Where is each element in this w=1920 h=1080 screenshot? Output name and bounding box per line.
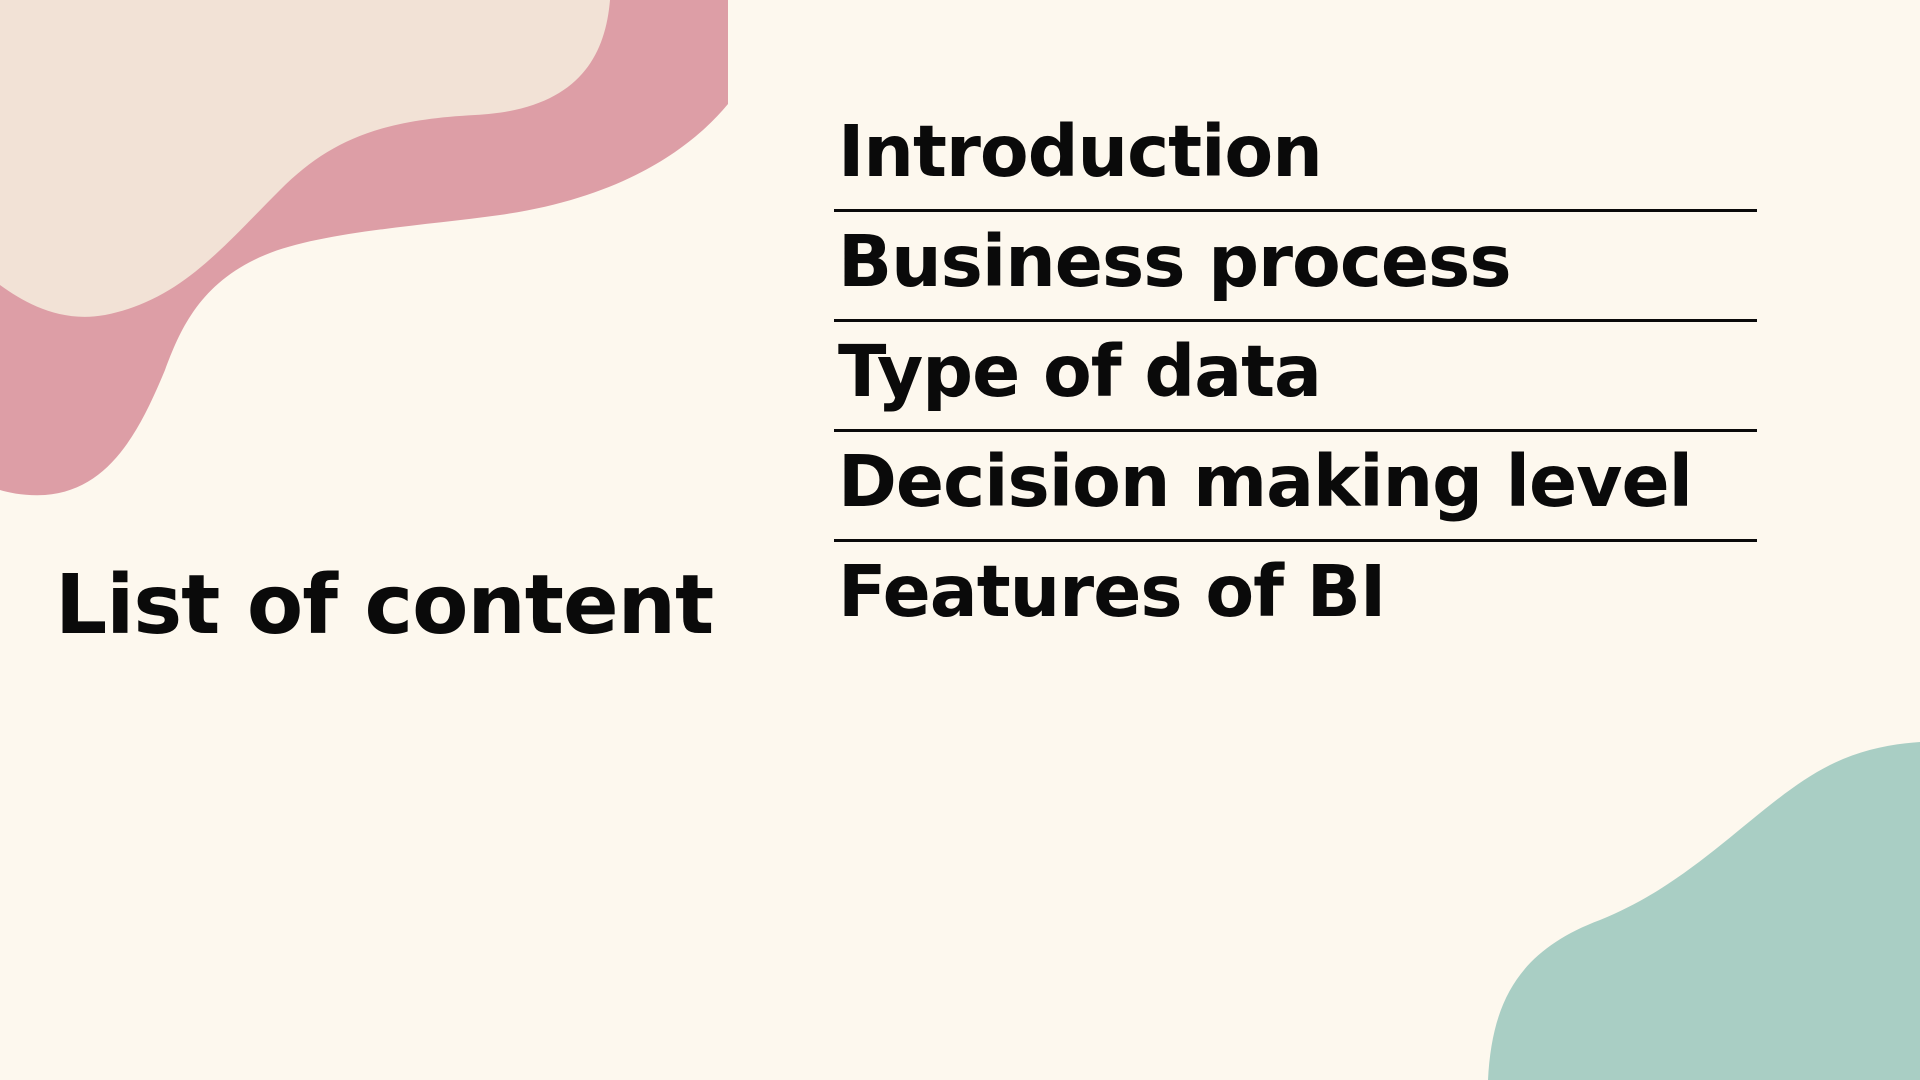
teal-blob	[1488, 742, 1920, 1080]
toc-item-business-process: Business process	[834, 212, 1757, 322]
toc-item-features-of-bi: Features of BI	[838, 550, 1386, 633]
table-of-contents: Introduction Business process Type of da…	[834, 102, 1757, 652]
toc-item-type-of-data: Type of data	[834, 322, 1757, 432]
toc-item-decision-making-level: Decision making level	[834, 432, 1757, 542]
slide-title: List of content	[55, 558, 714, 653]
toc-item-introduction: Introduction	[834, 102, 1757, 212]
slide: List of content Introduction Business pr…	[0, 0, 1920, 1080]
